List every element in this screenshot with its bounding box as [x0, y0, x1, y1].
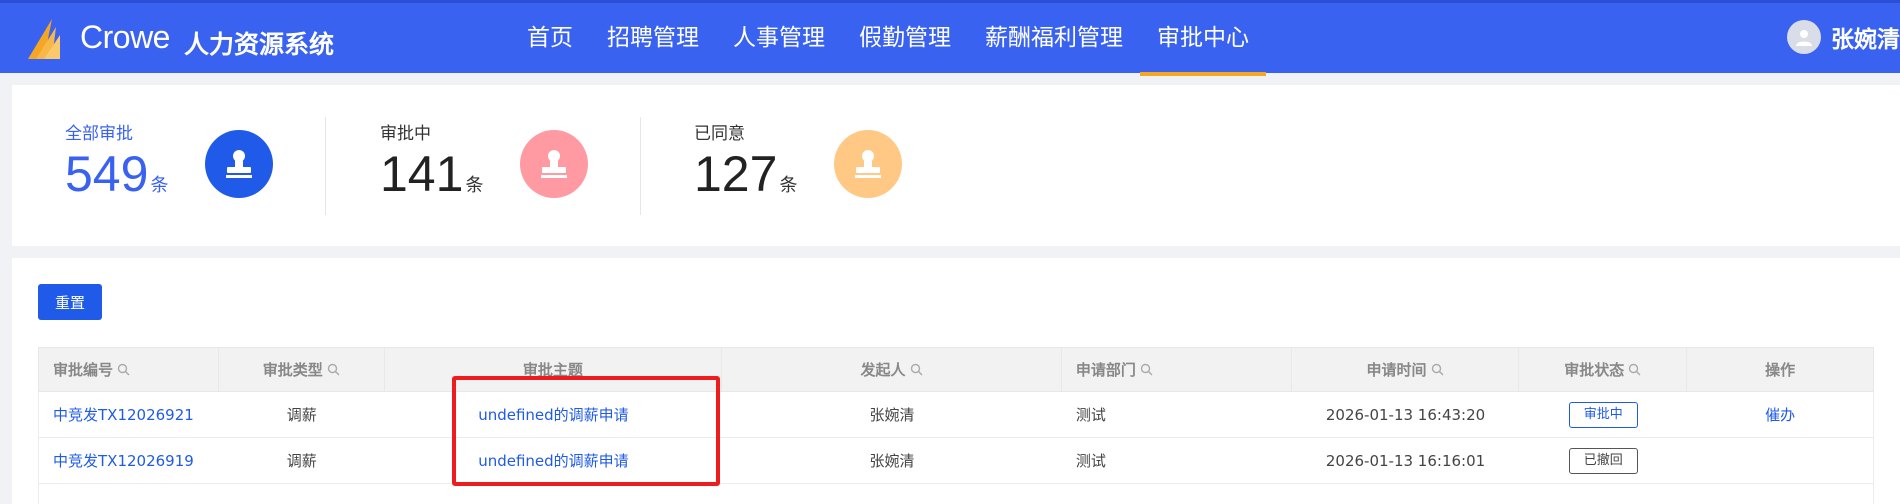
- stat-label: 审批中: [380, 124, 431, 144]
- approval-list-panel: 重置 审批编号 审批类型 审批主题 发起人 申请部门 申请时间 审批状态 操作 …: [12, 258, 1900, 504]
- stamp-icon: [834, 130, 902, 198]
- column-header-status[interactable]: 审批状态: [1519, 348, 1688, 391]
- approval-summary: 全部审批 549 条 审批中 141 条 已同意 127 条: [12, 85, 1900, 246]
- avatar[interactable]: [1787, 20, 1821, 54]
- nav-item-payroll[interactable]: 薪酬福利管理: [968, 3, 1140, 76]
- stat-approved[interactable]: 已同意 127 条: [694, 119, 797, 219]
- user-icon: [1796, 30, 1812, 46]
- search-icon[interactable]: [910, 363, 923, 376]
- column-header-type[interactable]: 审批类型: [219, 348, 385, 391]
- stat-count: 127: [694, 146, 778, 202]
- nav-item-home[interactable]: 首页: [510, 3, 590, 76]
- department: 测试: [1075, 452, 1106, 470]
- table-header: 审批编号 审批类型 审批主题 发起人 申请部门 申请时间 审批状态 操作: [38, 347, 1874, 392]
- user-menu[interactable]: 张婉清: [1787, 20, 1900, 54]
- status-badge: 已撤回: [1568, 447, 1638, 474]
- approval-id-link[interactable]: 中竞发TX12026921: [53, 404, 194, 425]
- top-header: Crowe 人力资源系统 首页 招聘管理 人事管理 假勤管理 薪酬福利管理 审批…: [0, 0, 1900, 76]
- approval-type: 调薪: [286, 406, 317, 424]
- apply-time: 2026-01-13 16:16:01: [1325, 451, 1486, 470]
- nav-item-personnel[interactable]: 人事管理: [716, 3, 842, 76]
- stamp-icon: [520, 130, 588, 198]
- reset-button[interactable]: 重置: [38, 284, 102, 320]
- column-header-id[interactable]: 审批编号: [39, 348, 219, 391]
- initiator: 张婉清: [869, 406, 915, 424]
- stat-all-approvals[interactable]: 全部审批 549 条: [65, 119, 168, 219]
- search-icon[interactable]: [1431, 363, 1444, 376]
- nav-item-approval-center[interactable]: 审批中心: [1140, 3, 1266, 76]
- apply-time: 2026-01-13 16:43:20: [1325, 405, 1486, 424]
- stat-unit: 条: [150, 175, 169, 196]
- table-row: 中竞发TX12026921 调薪 undefined的调薪申请 张婉清 测试 2…: [38, 392, 1874, 438]
- crowe-logo-icon: [28, 19, 60, 59]
- brand-name: Crowe: [80, 19, 170, 55]
- stat-unit: 条: [465, 175, 484, 196]
- approval-table: 审批编号 审批类型 审批主题 发起人 申请部门 申请时间 审批状态 操作 中竞发…: [38, 347, 1874, 504]
- initiator: 张婉清: [869, 452, 915, 470]
- column-header-action: 操作: [1765, 361, 1796, 379]
- nav-item-attendance[interactable]: 假勤管理: [842, 3, 968, 76]
- main-nav: 首页 招聘管理 人事管理 假勤管理 薪酬福利管理 审批中心: [510, 3, 1266, 76]
- column-header-time[interactable]: 申请时间: [1292, 348, 1520, 391]
- stat-unit: 条: [779, 175, 798, 196]
- table-row-partial: [38, 484, 1874, 504]
- divider: [640, 117, 641, 215]
- stat-count: 141: [380, 146, 464, 202]
- status-badge: 审批中: [1568, 401, 1638, 428]
- table-row: 中竞发TX12026919 调薪 undefined的调薪申请 张婉清 测试 2…: [38, 438, 1874, 484]
- search-icon[interactable]: [1140, 363, 1153, 376]
- search-icon[interactable]: [327, 363, 340, 376]
- column-header-subject: 审批主题: [385, 348, 723, 391]
- stat-label: 已同意: [694, 124, 745, 144]
- stat-label: 全部审批: [65, 124, 133, 144]
- column-header-initiator[interactable]: 发起人: [722, 348, 1062, 391]
- stamp-icon: [205, 130, 273, 198]
- search-icon[interactable]: [1628, 363, 1641, 376]
- approval-type: 调薪: [286, 452, 317, 470]
- nav-item-recruitment[interactable]: 招聘管理: [590, 3, 716, 76]
- column-header-department[interactable]: 申请部门: [1062, 348, 1292, 391]
- search-icon[interactable]: [117, 363, 130, 376]
- approval-subject-link[interactable]: undefined的调薪申请: [478, 404, 628, 425]
- system-name: 人力资源系统: [184, 30, 335, 59]
- stat-count: 549: [65, 146, 149, 202]
- stat-in-progress[interactable]: 审批中 141 条: [380, 119, 483, 219]
- approval-id-link[interactable]: 中竞发TX12026919: [53, 450, 194, 471]
- urge-button[interactable]: 催办: [1765, 404, 1795, 425]
- approval-subject-link[interactable]: undefined的调薪申请: [478, 450, 628, 471]
- department: 测试: [1075, 406, 1106, 424]
- user-name: 张婉清: [1831, 27, 1900, 53]
- divider: [325, 117, 326, 215]
